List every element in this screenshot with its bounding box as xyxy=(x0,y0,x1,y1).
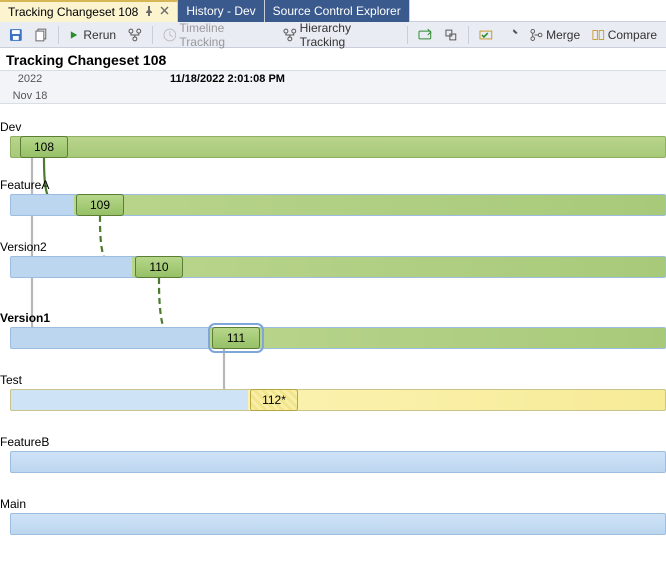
tab-label: Source Control Explorer xyxy=(273,4,401,18)
compare-label: Compare xyxy=(608,28,657,42)
branch-label: Version1 xyxy=(0,311,50,325)
time-year: 2022 xyxy=(0,73,60,85)
tab-label: Tracking Changeset 108 xyxy=(8,5,138,19)
rerun-button[interactable]: Rerun xyxy=(64,24,121,46)
branch-lane[interactable] xyxy=(10,256,666,278)
branch-label: Dev xyxy=(0,120,21,134)
rerun-label: Rerun xyxy=(83,28,116,42)
branch-label: FeatureA xyxy=(0,178,49,192)
merge-button[interactable]: Merge xyxy=(525,24,585,46)
toolbar-separator xyxy=(58,26,59,44)
time-header: 2022 11/18/2022 2:01:08 PM Nov 18 xyxy=(0,70,666,104)
view-changeset-button[interactable] xyxy=(413,24,437,46)
time-stamp: 11/18/2022 2:01:08 PM xyxy=(60,73,285,85)
changeset-node[interactable]: 108 xyxy=(20,136,68,158)
timeline-tracking-label: Timeline Tracking xyxy=(179,21,271,49)
tab-history-dev[interactable]: History - Dev xyxy=(178,0,264,22)
details-button[interactable] xyxy=(439,24,463,46)
branch-lane[interactable] xyxy=(10,389,666,411)
branch-label: FeatureB xyxy=(0,435,49,449)
toolbar-separator xyxy=(468,26,469,44)
branch-label: Test xyxy=(0,373,22,387)
hierarchy-tracking-label: Hierarchy Tracking xyxy=(300,21,398,49)
settings-button[interactable] xyxy=(500,24,524,46)
tab-tracking-changeset[interactable]: Tracking Changeset 108 xyxy=(0,0,178,22)
timeline-tracking-button[interactable]: Timeline Tracking xyxy=(158,24,276,46)
close-icon[interactable] xyxy=(160,6,169,18)
merge-label: Merge xyxy=(546,28,580,42)
changeset-node[interactable]: 109 xyxy=(76,194,124,216)
changeset-node[interactable]: 110 xyxy=(135,256,183,278)
toolbar: Rerun Timeline Tracking Hierarchy Tracki… xyxy=(0,22,666,48)
time-day: Nov 18 xyxy=(0,89,60,102)
branch-lane[interactable] xyxy=(10,136,666,158)
changeset-node[interactable]: 112* xyxy=(250,389,298,411)
tab-label: History - Dev xyxy=(186,4,255,18)
branch-lane[interactable] xyxy=(10,513,666,535)
toolbar-separator xyxy=(407,26,408,44)
branch-label: Main xyxy=(0,497,26,511)
page-title: Tracking Changeset 108 xyxy=(0,48,666,70)
branch-picker-button[interactable] xyxy=(123,24,147,46)
branch-lane[interactable] xyxy=(10,327,666,349)
tracking-canvas[interactable]: Dev FeatureA Version2 Version1 Test FeatureB M… xyxy=(0,104,666,573)
branch-label: Version2 xyxy=(0,240,47,254)
tab-strip: Tracking Changeset 108 History - Dev Sou… xyxy=(0,0,666,22)
branch-lane[interactable] xyxy=(10,451,666,473)
changeset-node[interactable]: 111 xyxy=(212,327,260,349)
copy-button[interactable] xyxy=(30,24,54,46)
hierarchy-tracking-button[interactable]: Hierarchy Tracking xyxy=(278,24,403,46)
tab-source-control-explorer[interactable]: Source Control Explorer xyxy=(265,0,410,22)
toolbar-separator xyxy=(152,26,153,44)
pin-icon[interactable] xyxy=(144,6,154,19)
save-button[interactable] xyxy=(4,24,28,46)
compare-button[interactable]: Compare xyxy=(587,24,662,46)
check-button[interactable] xyxy=(474,24,498,46)
